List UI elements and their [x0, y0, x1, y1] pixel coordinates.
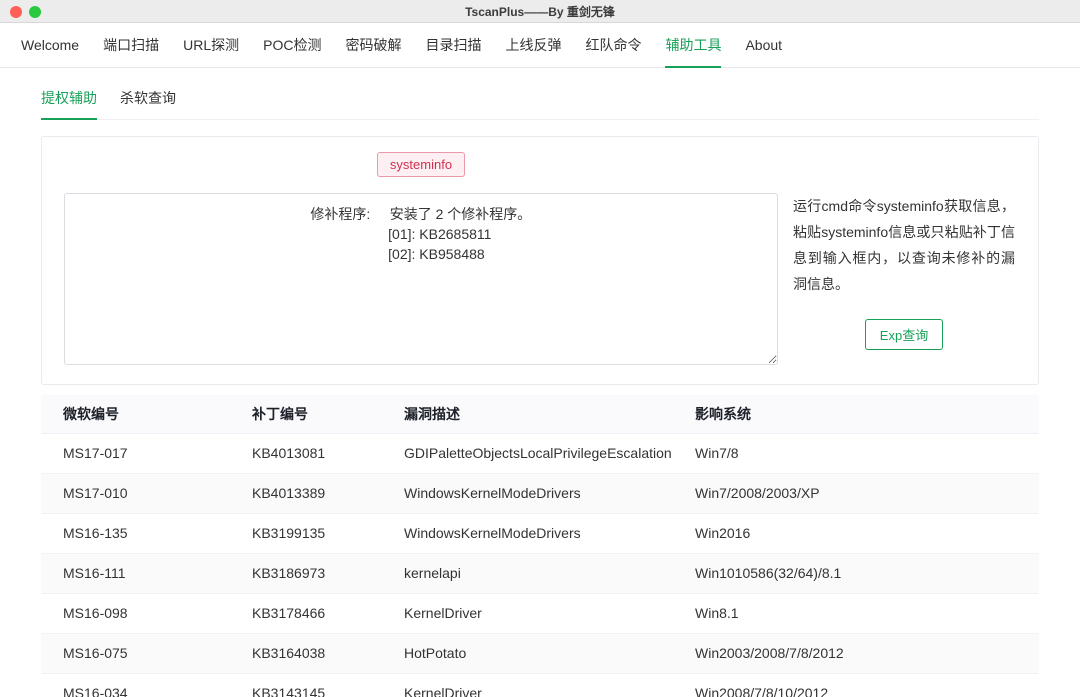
main-nav: Welcome 端口扫描 URL探测 POC检测 密码破解 目录扫描 上线反弹 …: [0, 23, 1080, 68]
tab-welcome[interactable]: Welcome: [21, 23, 79, 67]
tab-poc-check[interactable]: POC检测: [263, 23, 321, 67]
cell-description: WindowsKernelModeDrivers: [382, 513, 673, 553]
cell-ms-id: MS17-010: [41, 473, 230, 513]
systeminfo-input[interactable]: 修补程序: 安装了 2 个修补程序。 [01]: KB2685811 [: [64, 193, 778, 365]
window-controls: [10, 0, 41, 23]
subtab-privilege-escalation[interactable]: 提权辅助: [41, 88, 97, 119]
table-row: MS16-034 KB3143145 KernelDriver Win2008/…: [41, 673, 1039, 697]
cell-ms-id: MS16-098: [41, 593, 230, 633]
cell-kb-id: KB4013081: [230, 433, 382, 473]
cell-description: kernelapi: [382, 553, 673, 593]
cell-kb-id: KB4013389: [230, 473, 382, 513]
sub-tab-bar: 提权辅助 杀软查询: [41, 88, 1039, 120]
table-row: MS17-017 KB4013081 GDIPaletteObjectsLoca…: [41, 433, 1039, 473]
cell-kb-id: KB3143145: [230, 673, 382, 697]
tab-password-crack[interactable]: 密码破解: [345, 23, 401, 67]
tab-redteam-commands[interactable]: 红队命令: [585, 23, 641, 67]
cell-affected-systems: Win7/8: [673, 433, 1039, 473]
input-column: systeminfo 修补程序: 安装了 2 个修补程序。 [01]: KB26…: [64, 152, 778, 370]
cell-kb-id: KB3164038: [230, 633, 382, 673]
cell-description: KernelDriver: [382, 593, 673, 633]
button-row: Exp查询: [793, 319, 1015, 350]
cell-kb-id: KB3199135: [230, 513, 382, 553]
exp-query-button[interactable]: Exp查询: [865, 319, 943, 350]
cell-affected-systems: Win1010586(32/64)/8.1: [673, 553, 1039, 593]
column-header-affected-systems: 影响系统: [673, 395, 1039, 433]
tab-port-scan[interactable]: 端口扫描: [103, 23, 159, 67]
cell-ms-id: MS17-017: [41, 433, 230, 473]
table-row: MS16-075 KB3164038 HotPotato Win2003/200…: [41, 633, 1039, 673]
tab-aux-tools[interactable]: 辅助工具: [665, 23, 721, 67]
column-header-kb-id: 补丁编号: [230, 395, 382, 433]
table-header-row: 微软编号 补丁编号 漏洞描述 影响系统: [41, 395, 1039, 433]
cell-affected-systems: Win7/2008/2003/XP: [673, 473, 1039, 513]
table-row: MS17-010 KB4013389 WindowsKernelModeDriv…: [41, 473, 1039, 513]
cell-affected-systems: Win2008/7/8/10/2012: [673, 673, 1039, 697]
column-header-ms-id: 微软编号: [41, 395, 230, 433]
tab-dir-scan[interactable]: 目录扫描: [425, 23, 481, 67]
cell-ms-id: MS16-075: [41, 633, 230, 673]
cell-affected-systems: Win8.1: [673, 593, 1039, 633]
cell-ms-id: MS16-034: [41, 673, 230, 697]
table-row: MS16-098 KB3178466 KernelDriver Win8.1: [41, 593, 1039, 633]
tab-url-probe[interactable]: URL探测: [183, 23, 239, 67]
cell-ms-id: MS16-111: [41, 553, 230, 593]
cell-description: GDIPaletteObjectsLocalPrivilegeEscalatio…: [382, 433, 673, 473]
fullscreen-window-icon[interactable]: [29, 6, 41, 18]
table-row: MS16-135 KB3199135 WindowsKernelModeDriv…: [41, 513, 1039, 553]
systeminfo-tag[interactable]: systeminfo: [377, 152, 465, 177]
tag-row: systeminfo: [64, 152, 778, 177]
cell-description: WindowsKernelModeDrivers: [382, 473, 673, 513]
tab-about[interactable]: About: [745, 23, 782, 67]
cell-ms-id: MS16-135: [41, 513, 230, 553]
subtab-av-query[interactable]: 杀软查询: [120, 88, 176, 119]
titlebar: TscanPlus——By 重剑无锋: [0, 0, 1080, 23]
window-title: TscanPlus——By 重剑无锋: [0, 3, 1080, 20]
close-window-icon[interactable]: [10, 6, 22, 18]
help-column: 运行cmd命令systeminfo获取信息，粘贴systeminfo信息或只粘贴…: [793, 152, 1016, 370]
table-row: MS16-111 KB3186973 kernelapi Win1010586(…: [41, 553, 1039, 593]
vuln-table: 微软编号 补丁编号 漏洞描述 影响系统 MS17-017 KB4013081 G…: [41, 395, 1039, 697]
cell-description: HotPotato: [382, 633, 673, 673]
cell-description: KernelDriver: [382, 673, 673, 697]
cell-kb-id: KB3186973: [230, 553, 382, 593]
cell-affected-systems: Win2003/2008/7/8/2012: [673, 633, 1039, 673]
tab-reverse-shell[interactable]: 上线反弹: [505, 23, 561, 67]
systeminfo-query-panel: systeminfo 修补程序: 安装了 2 个修补程序。 [01]: KB26…: [41, 136, 1039, 385]
column-header-description: 漏洞描述: [382, 395, 673, 433]
cell-kb-id: KB3178466: [230, 593, 382, 633]
help-text: 运行cmd命令systeminfo获取信息，粘贴systeminfo信息或只粘贴…: [793, 193, 1015, 297]
cell-affected-systems: Win2016: [673, 513, 1039, 553]
